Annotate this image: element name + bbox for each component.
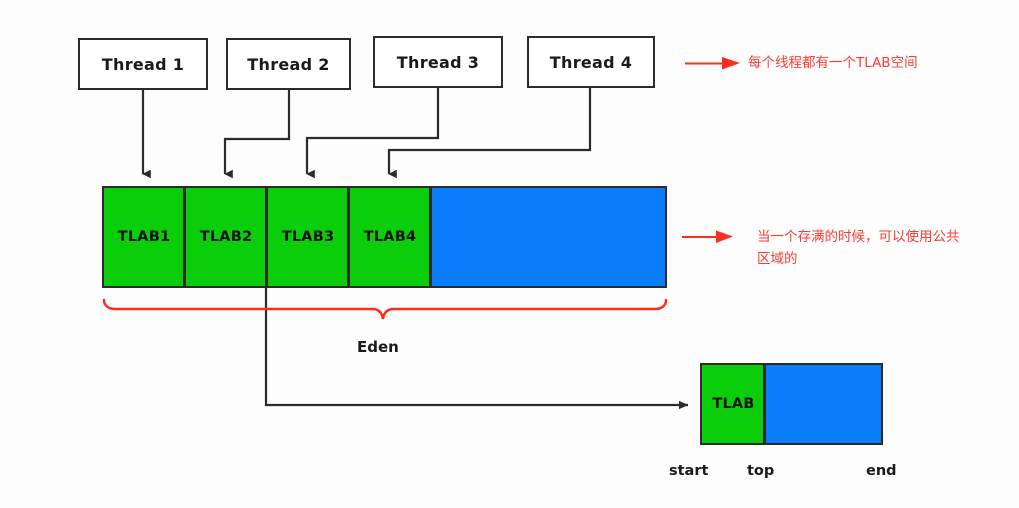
eden-region-label: Eden	[357, 338, 399, 356]
annotation-arrow-1	[685, 57, 740, 70]
annotation-text-1: 每个线程都有一个TLAB空间	[748, 55, 918, 71]
marker-label-top: top	[747, 463, 775, 479]
tlab-cell-4[interactable]: TLAB4	[350, 188, 430, 286]
thread-box-4-label: Thread 4	[549, 52, 633, 72]
thread-box-2-label: Thread 2	[247, 54, 330, 74]
tlab-cell-3[interactable]: TLAB3	[268, 188, 348, 286]
connector-thread2-to-tlab2	[223, 90, 291, 179]
tlab-cell-2[interactable]: TLAB2	[186, 188, 266, 286]
tlab-cell-1-label: TLAB1	[117, 229, 171, 245]
diagram-canvas: Thread 1 Thread 2 Thread 3 Thread 4 TLAB…	[0, 0, 1019, 508]
tlab-cell-3-label: TLAB3	[281, 229, 335, 245]
detail-top-divider	[763, 363, 766, 445]
marker-label-end: end	[866, 463, 897, 479]
connector-thread3-to-tlab3	[305, 88, 440, 179]
tlab-divider-3	[347, 186, 350, 288]
tlab-cell-4-label: TLAB4	[363, 229, 417, 245]
tlab-divider-4	[429, 186, 432, 288]
detail-tlab-label: TLAB	[712, 396, 755, 412]
connector-thread4-to-tlab4	[387, 88, 592, 179]
tlab-divider-1	[183, 186, 186, 288]
tlab-divider-2	[265, 186, 268, 288]
detail-tlab-free[interactable]	[765, 365, 881, 443]
marker-label-start: start	[669, 463, 709, 479]
thread-box-1-label: Thread 1	[101, 54, 185, 74]
eden-bracket	[102, 298, 668, 320]
tlab-cell-1[interactable]: TLAB1	[104, 188, 184, 286]
tlab-cell-2-label: TLAB2	[199, 229, 253, 245]
eden-shared-area[interactable]	[432, 188, 665, 286]
thread-box-2[interactable]: Thread 2	[226, 38, 351, 90]
detail-tlab-used[interactable]: TLAB	[702, 365, 765, 443]
thread-box-4[interactable]: Thread 4	[527, 36, 655, 88]
connector-tlab2-to-detail-box	[264, 288, 689, 410]
annotation-text-2: 当一个存满的时候，可以使用公共 区域的	[757, 229, 960, 267]
thread-box-1[interactable]: Thread 1	[78, 38, 208, 90]
thread-box-3-label: Thread 3	[396, 52, 480, 72]
thread-box-3[interactable]: Thread 3	[373, 36, 503, 88]
annotation-arrow-2	[682, 230, 733, 243]
